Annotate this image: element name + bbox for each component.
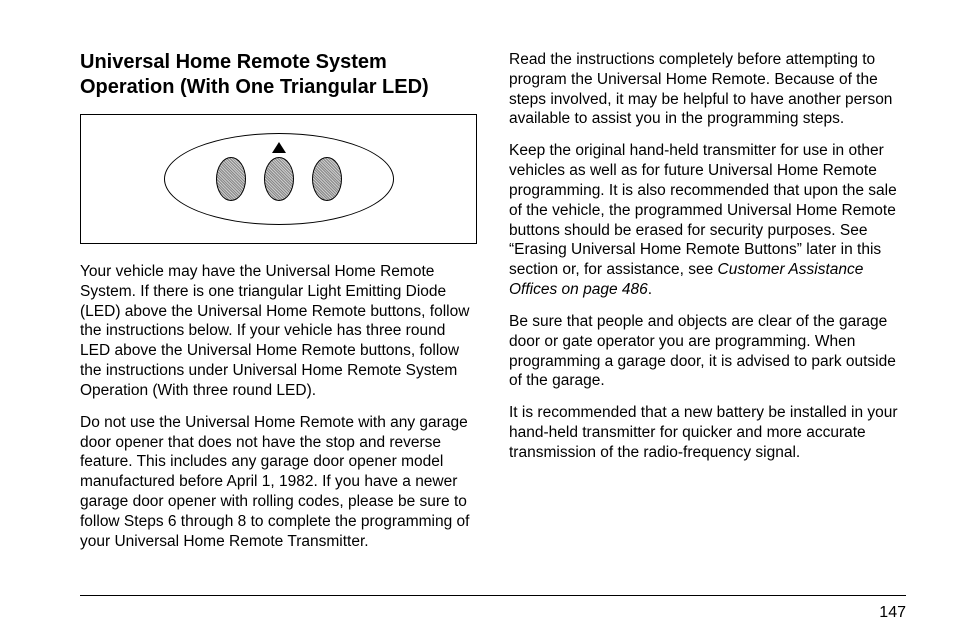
triangle-led-icon [272, 142, 286, 153]
right-para-3: Be sure that people and objects are clea… [509, 312, 906, 391]
section-heading: Universal Home Remote System Operation (… [80, 50, 477, 100]
remote-button-1 [216, 157, 246, 201]
right-para-2b: . [648, 281, 652, 298]
remote-button-3 [312, 157, 342, 201]
footer-rule [80, 595, 906, 596]
left-para-1: Your vehicle may have the Universal Home… [80, 262, 477, 401]
remote-oval [164, 133, 394, 225]
right-column: Read the instructions completely before … [509, 50, 906, 564]
right-para-1: Read the instructions completely before … [509, 50, 906, 129]
remote-button-2 [264, 157, 294, 201]
left-column: Universal Home Remote System Operation (… [80, 50, 477, 564]
right-para-4: It is recommended that a new battery be … [509, 403, 906, 462]
right-para-2: Keep the original hand-held transmitter … [509, 141, 906, 300]
content-columns: Universal Home Remote System Operation (… [80, 50, 906, 564]
right-para-2a: Keep the original hand-held transmitter … [509, 142, 897, 278]
page-number: 147 [879, 604, 906, 622]
left-para-2: Do not use the Universal Home Remote wit… [80, 413, 477, 552]
remote-illustration [80, 114, 477, 244]
